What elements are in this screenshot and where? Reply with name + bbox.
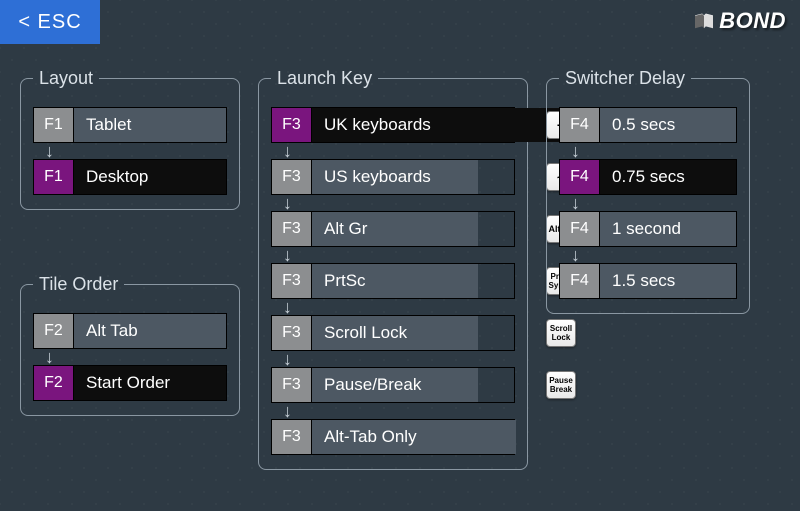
option-row[interactable]: F3UK keyboards¬ <box>271 107 515 143</box>
option-row[interactable]: F40.5 secs <box>559 107 737 143</box>
option-label: 0.75 secs <box>600 160 736 194</box>
fkey-badge: F3 <box>272 108 312 142</box>
fkey-badge: F3 <box>272 368 312 402</box>
option-row[interactable]: F1Desktop <box>33 159 227 195</box>
group-switcher-delay-title: Switcher Delay <box>559 68 691 89</box>
option-label: Pause/Break <box>312 368 478 402</box>
keycap-icon: ScrollLock <box>546 319 576 347</box>
option-row[interactable]: F3PrtScPrtScSysRq <box>271 263 515 299</box>
option-label: Alt Gr <box>312 212 478 246</box>
option-label: 1.5 secs <box>600 264 736 298</box>
option-label: PrtSc <box>312 264 478 298</box>
option-label: Alt-Tab Only <box>312 420 516 454</box>
fkey-badge: F4 <box>560 160 600 194</box>
fkey-badge: F2 <box>34 314 74 348</box>
fkey-badge: F3 <box>272 160 312 194</box>
option-label: UK keyboards <box>312 108 478 142</box>
option-label: Start Order <box>74 366 226 400</box>
option-label: Desktop <box>74 160 226 194</box>
fkey-badge: F3 <box>272 212 312 246</box>
group-launch-key: Launch Key F3UK keyboards¬F3US keyboards… <box>258 68 528 470</box>
option-row[interactable]: F1Tablet <box>33 107 227 143</box>
keycap-slot: ScrollLock <box>478 316 644 350</box>
logo-book-icon <box>693 12 715 30</box>
fkey-badge: F4 <box>560 108 600 142</box>
arrow-down-icon <box>571 195 587 211</box>
arrow-down-icon <box>571 143 587 159</box>
arrow-down-icon <box>283 195 299 211</box>
group-launch-key-title: Launch Key <box>271 68 378 89</box>
option-row[interactable]: F3Alt GrAlt Gr <box>271 211 515 247</box>
fkey-badge: F3 <box>272 420 312 454</box>
group-layout-items: F1TabletF1Desktop <box>33 107 227 195</box>
fkey-badge: F3 <box>272 316 312 350</box>
option-row[interactable]: F3US keyboards~ <box>271 159 515 195</box>
group-layout-title: Layout <box>33 68 99 89</box>
option-row[interactable]: F3Alt-Tab Only <box>271 419 515 455</box>
group-layout: Layout F1TabletF1Desktop <box>20 68 240 210</box>
fkey-badge: F1 <box>34 160 74 194</box>
group-switcher-delay: Switcher Delay F40.5 secsF40.75 secsF41 … <box>546 68 750 314</box>
arrow-down-icon <box>283 403 299 419</box>
fkey-badge: F4 <box>560 212 600 246</box>
option-label: Scroll Lock <box>312 316 478 350</box>
option-row[interactable]: F2Alt Tab <box>33 313 227 349</box>
option-label: Alt Tab <box>74 314 226 348</box>
fkey-badge: F1 <box>34 108 74 142</box>
option-label: Tablet <box>74 108 226 142</box>
esc-button[interactable]: < ESC <box>0 0 100 44</box>
option-label: 1 second <box>600 212 736 246</box>
arrow-down-icon <box>283 351 299 367</box>
option-row[interactable]: F40.75 secs <box>559 159 737 195</box>
bond-logo: BOND <box>693 8 786 34</box>
keycap-slot: PauseBreak <box>478 368 644 402</box>
group-tile-order: Tile Order F2Alt TabF2Start Order <box>20 274 240 416</box>
option-row[interactable]: F41.5 secs <box>559 263 737 299</box>
arrow-down-icon <box>571 247 587 263</box>
arrow-down-icon <box>283 247 299 263</box>
option-row[interactable]: F41 second <box>559 211 737 247</box>
group-tile-order-items: F2Alt TabF2Start Order <box>33 313 227 401</box>
group-switcher-delay-items: F40.5 secsF40.75 secsF41 secondF41.5 sec… <box>559 107 737 299</box>
keycap-icon: PauseBreak <box>546 371 576 399</box>
group-launch-key-items: F3UK keyboards¬F3US keyboards~F3Alt GrAl… <box>271 107 515 455</box>
arrow-down-icon <box>45 143 61 159</box>
option-label: 0.5 secs <box>600 108 736 142</box>
option-label: US keyboards <box>312 160 478 194</box>
option-row[interactable]: F3Scroll LockScrollLock <box>271 315 515 351</box>
fkey-badge: F4 <box>560 264 600 298</box>
arrow-down-icon <box>45 349 61 365</box>
fkey-badge: F2 <box>34 366 74 400</box>
group-tile-order-title: Tile Order <box>33 274 124 295</box>
arrow-down-icon <box>283 143 299 159</box>
option-row[interactable]: F3Pause/BreakPauseBreak <box>271 367 515 403</box>
option-row[interactable]: F2Start Order <box>33 365 227 401</box>
logo-text: BOND <box>719 8 786 34</box>
fkey-badge: F3 <box>272 264 312 298</box>
arrow-down-icon <box>283 299 299 315</box>
